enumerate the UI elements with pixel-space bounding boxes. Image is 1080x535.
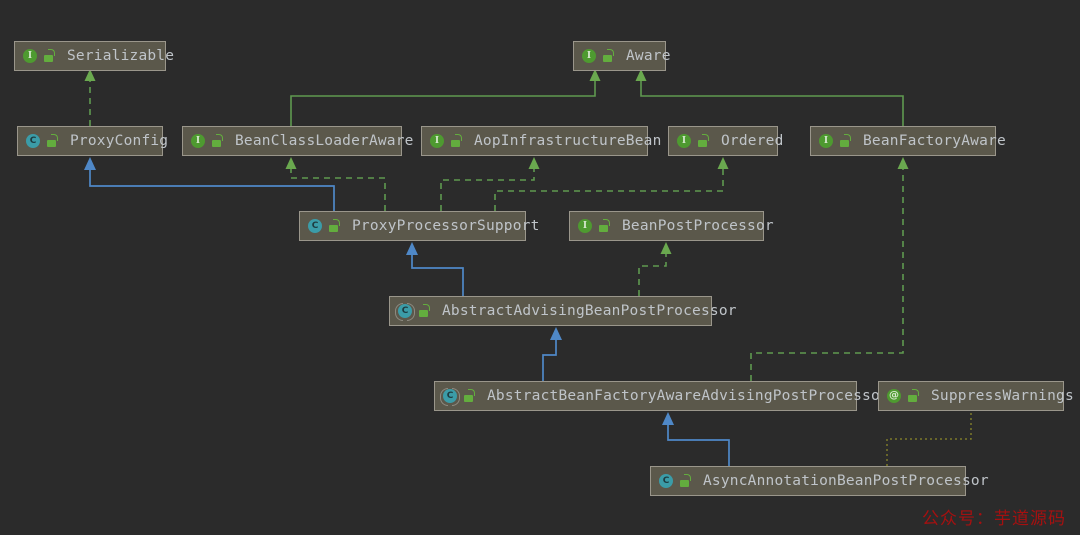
- abstract-class-icon: C: [395, 303, 415, 321]
- edge-abstractbeanfactoryaware-extends-abstractadvising: [542, 327, 562, 381]
- node-label: BeanClassLoaderAware: [235, 133, 414, 149]
- lock-icon: [598, 219, 611, 233]
- node-icons: I: [818, 133, 852, 149]
- lock-icon: [211, 134, 224, 148]
- watermark-text: 公众号：芋道源码: [922, 509, 1066, 529]
- node-aopinfrastructurebean[interactable]: I AopInfrastructureBean: [421, 126, 661, 156]
- node-icons: I: [581, 48, 615, 64]
- node-label: AbstractAdvisingBeanPostProcessor: [442, 303, 737, 319]
- interface-icon: I: [22, 48, 38, 64]
- node-beanclassloaderaware[interactable]: I BeanClassLoaderAware: [182, 126, 413, 156]
- node-icons: C: [440, 388, 476, 406]
- lock-icon: [450, 134, 463, 148]
- abstract-class-icon: C: [440, 388, 460, 406]
- edge-abstractadvising-implements-beanpostprocessor: [638, 242, 672, 296]
- node-label: ProxyConfig: [70, 133, 169, 149]
- node-icons: I: [429, 133, 463, 149]
- interface-icon: I: [676, 133, 692, 149]
- node-abstractbeanfactoryawareadvisingpostprocessor[interactable]: C AbstractBeanFactoryAwareAdvisingPostPr…: [434, 381, 889, 411]
- node-aware[interactable]: I Aware: [573, 41, 670, 71]
- edge-layer: [84, 69, 972, 466]
- node-label: SuppressWarnings: [931, 388, 1074, 404]
- edge-proxyprocessorsupport-extends-proxyconfig: [84, 157, 335, 211]
- lock-icon: [679, 474, 692, 488]
- edge-beanclassloaderaware-extends-aware: [290, 69, 601, 126]
- node-icons: I: [190, 133, 224, 149]
- node-icons: I: [676, 133, 710, 149]
- lock-icon: [328, 219, 341, 233]
- node-label: Serializable: [67, 48, 175, 64]
- node-proxyconfig[interactable]: C ProxyConfig: [17, 126, 168, 156]
- node-icons: C: [658, 473, 692, 489]
- node-beanpostprocessor[interactable]: I BeanPostProcessor: [569, 211, 774, 241]
- class-hierarchy-diagram: I Serializable I Aware C ProxyConfig I B…: [0, 0, 1080, 535]
- edge-beanfactoryaware-extends-aware: [635, 69, 904, 126]
- lock-icon: [46, 134, 59, 148]
- lock-icon: [907, 389, 920, 403]
- interface-icon: I: [581, 48, 597, 64]
- interface-icon: I: [190, 133, 206, 149]
- node-icons: C: [307, 218, 341, 234]
- node-ordered[interactable]: I Ordered: [668, 126, 783, 156]
- edge-asyncannotation-extends-abstractbeanfactoryaware: [662, 412, 730, 466]
- edge-proxyconfig-implements-serializable: [84, 69, 96, 126]
- node-asyncannotationbeanpostprocessor[interactable]: C AsyncAnnotationBeanPostProcessor: [650, 466, 989, 496]
- node-serializable[interactable]: I Serializable: [14, 41, 174, 71]
- node-label: AbstractBeanFactoryAwareAdvisingPostProc…: [487, 388, 889, 404]
- interface-icon: I: [429, 133, 445, 149]
- class-icon: C: [658, 473, 674, 489]
- interface-icon: I: [818, 133, 834, 149]
- annotation-icon: @: [887, 389, 901, 403]
- node-label: ProxyProcessorSupport: [352, 218, 540, 234]
- class-icon: C: [25, 133, 41, 149]
- node-icons: C: [395, 303, 431, 321]
- node-label: Aware: [626, 48, 671, 64]
- edge-asyncannotation-annotated-with-suppresswarnings: [886, 411, 972, 466]
- node-label: AsyncAnnotationBeanPostProcessor: [703, 473, 989, 489]
- node-label: Ordered: [721, 133, 784, 149]
- class-icon: C: [307, 218, 323, 234]
- node-suppresswarnings[interactable]: @ SuppressWarnings: [878, 381, 1074, 411]
- node-icons: I: [22, 48, 56, 64]
- lock-icon: [602, 49, 615, 63]
- node-icons: @: [886, 388, 920, 404]
- lock-icon: [463, 389, 476, 403]
- edge-abstractbeanfactoryaware-implements-beanfactoryaware: [750, 157, 909, 381]
- node-label: BeanPostProcessor: [622, 218, 774, 234]
- edge-proxyprocessorsupport-implements-ordered: [494, 157, 729, 211]
- node-label: BeanFactoryAware: [863, 133, 1006, 149]
- lock-icon: [43, 49, 56, 63]
- lock-icon: [418, 304, 431, 318]
- node-icons: C: [25, 133, 59, 149]
- lock-icon: [697, 134, 710, 148]
- interface-icon: I: [577, 218, 593, 234]
- edge-proxyprocessorsupport-implements-beanclassloaderaware: [285, 157, 386, 211]
- node-beanfactoryaware[interactable]: I BeanFactoryAware: [810, 126, 1006, 156]
- edge-proxyprocessorsupport-implements-aopinfrastructurebean: [440, 157, 540, 211]
- lock-icon: [839, 134, 852, 148]
- node-abstractadvisingbeanpostprocessor[interactable]: C AbstractAdvisingBeanPostProcessor: [389, 296, 736, 326]
- node-proxyprocessorsupport[interactable]: C ProxyProcessorSupport: [299, 211, 539, 241]
- node-label: AopInfrastructureBean: [474, 133, 662, 149]
- node-icons: I: [577, 218, 611, 234]
- edge-abstractadvising-extends-proxyprocessorsupport: [406, 242, 464, 296]
